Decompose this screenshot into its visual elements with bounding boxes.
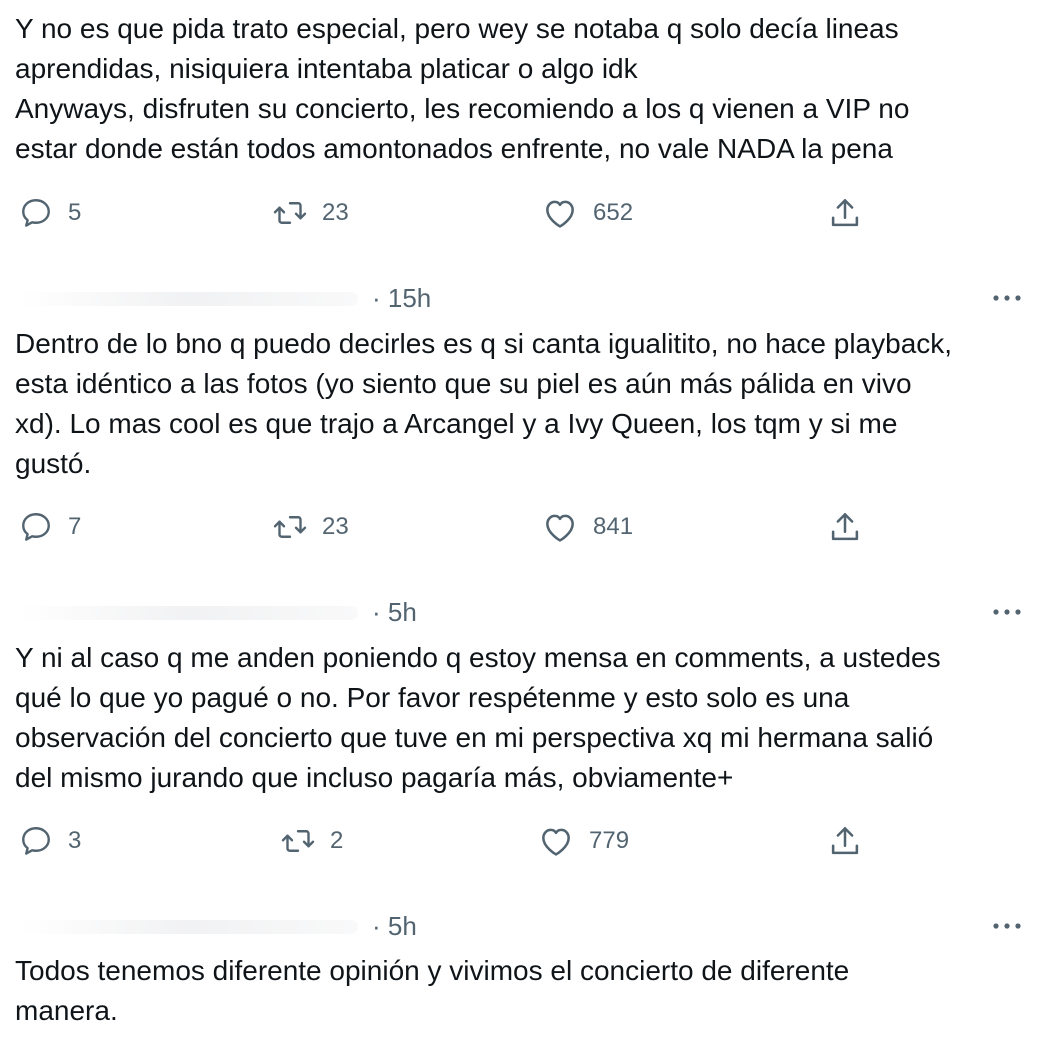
reply-icon (18, 823, 54, 859)
tweet-actions: 7 23 841 (0, 507, 1042, 547)
retweet-button[interactable]: 23 (272, 507, 349, 547)
reply-count: 5 (68, 199, 82, 226)
share-icon (826, 508, 864, 546)
share-icon (826, 822, 864, 860)
retweet-count: 23 (322, 199, 349, 226)
reply-icon (18, 195, 54, 231)
share-button[interactable] (826, 821, 864, 861)
reply-count: 7 (68, 513, 82, 540)
reply-button[interactable]: 3 (18, 821, 81, 861)
redacted-author (18, 606, 358, 620)
more-icon (992, 922, 1022, 930)
reply-button[interactable]: 5 (18, 193, 81, 233)
tweet-header: · 15h (0, 280, 1042, 316)
retweet-icon (272, 509, 308, 545)
tweet-time[interactable]: · 5h (372, 594, 417, 630)
retweet-count: 2 (330, 827, 344, 854)
tweet-actions: 3 2 779 (0, 821, 1042, 861)
tweet-text: Y no es que pida trato especial, pero we… (15, 13, 910, 164)
like-button[interactable]: 779 (537, 821, 629, 861)
reply-icon (18, 509, 54, 545)
tweet-text: Y ni al caso q me anden poniendo q estoy… (15, 642, 941, 793)
more-options-button[interactable] (990, 282, 1024, 314)
like-icon (541, 194, 579, 232)
retweet-button[interactable]: 23 (272, 193, 349, 233)
share-button[interactable] (826, 507, 864, 547)
more-icon (992, 608, 1022, 616)
redacted-author (18, 292, 358, 306)
redacted-author (18, 920, 358, 934)
reply-count: 3 (68, 827, 82, 854)
retweet-icon (280, 823, 316, 859)
share-icon (826, 194, 864, 232)
more-options-button[interactable] (990, 910, 1024, 942)
tweet-text: Todos tenemos diferente opinión y vivimo… (15, 955, 850, 1026)
share-button[interactable] (826, 193, 864, 233)
tweet-time[interactable]: · 5h (372, 908, 417, 944)
like-button[interactable]: 841 (541, 507, 633, 547)
tweet-header: · 5h (0, 594, 1042, 630)
like-button[interactable]: 652 (541, 193, 633, 233)
more-icon (992, 294, 1022, 302)
like-count: 841 (593, 513, 634, 540)
like-icon (537, 822, 575, 860)
tweet-actions: 5 23 652 (0, 193, 1042, 233)
like-icon (541, 508, 579, 546)
like-count: 652 (593, 199, 634, 226)
retweet-icon (272, 195, 308, 231)
more-options-button[interactable] (990, 596, 1024, 628)
retweet-button[interactable]: 2 (280, 821, 343, 861)
like-count: 779 (589, 827, 630, 854)
tweet-text: Dentro de lo bno q puedo decirles es q s… (15, 328, 953, 479)
tweet-header: · 5h (0, 908, 1042, 944)
tweet-time[interactable]: · 15h (372, 280, 431, 316)
reply-button[interactable]: 7 (18, 507, 81, 547)
retweet-count: 23 (322, 513, 349, 540)
